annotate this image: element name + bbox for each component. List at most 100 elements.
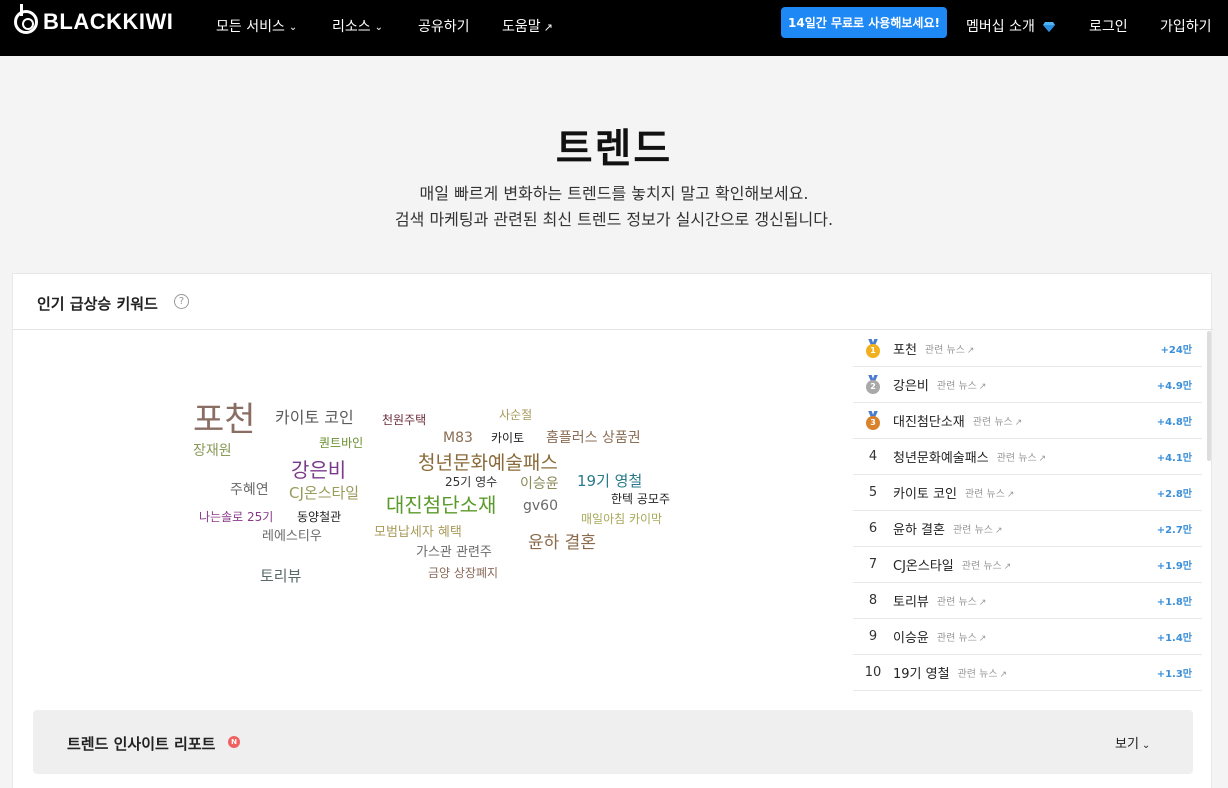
related-news-label: 관련 뉴스: [936, 633, 977, 644]
word-cloud-keyword[interactable]: 홈플러스 상품권: [546, 431, 641, 445]
word-cloud-keyword[interactable]: 토리뷰: [260, 569, 301, 584]
rank-keyword[interactable]: 토리뷰: [893, 591, 929, 610]
related-news-link[interactable]: 관련 뉴스 ↗: [965, 485, 1015, 500]
word-cloud-keyword[interactable]: 포천: [193, 403, 256, 437]
word-cloud-keyword[interactable]: 카이토: [491, 432, 524, 444]
word-cloud-keyword[interactable]: M83: [443, 431, 473, 445]
nav-resources[interactable]: 리소스 ⌄: [332, 16, 383, 36]
word-cloud-keyword[interactable]: 카이토 코인: [275, 410, 354, 426]
rank-keyword[interactable]: CJ온스타일: [893, 555, 954, 574]
word-cloud-keyword[interactable]: 이승윤: [520, 477, 559, 491]
word-cloud-keyword[interactable]: 강은비: [291, 460, 346, 480]
nav-share-label: 공유하기: [418, 19, 470, 35]
ranking-scrollbar[interactable]: [1207, 331, 1211, 461]
external-link-icon: ↗: [978, 598, 987, 608]
rank-number: 8: [868, 593, 878, 608]
section-title: 인기 급상승 키워드: [37, 295, 158, 313]
rank-keyword[interactable]: 이승윤: [893, 627, 929, 646]
search-volume-change: +2.7만: [1156, 525, 1192, 536]
related-news-link[interactable]: 관련 뉴스 ↗: [937, 377, 987, 392]
word-cloud-keyword[interactable]: 동양철관: [297, 511, 341, 523]
rank-keyword[interactable]: 포천: [893, 339, 917, 358]
related-news-link[interactable]: 관련 뉴스 ↗: [973, 413, 1023, 428]
word-cloud-keyword[interactable]: 퀀트바인: [319, 437, 363, 449]
chevron-down-icon: ⌄: [288, 22, 298, 33]
word-cloud-keyword[interactable]: 천원주택: [382, 414, 426, 426]
external-link-icon: ↗: [978, 634, 987, 644]
related-news-link[interactable]: 관련 뉴스 ↗: [925, 341, 975, 356]
related-news-label: 관련 뉴스: [964, 489, 1005, 500]
word-cloud-keyword[interactable]: 모범납세자 혜택: [374, 526, 462, 539]
rank-keyword[interactable]: 19기 영철: [893, 663, 950, 682]
external-link-icon: ↗: [994, 526, 1003, 536]
rank-keyword[interactable]: 카이토 코인: [893, 483, 957, 502]
external-link-icon: ↗: [978, 382, 987, 392]
ranking-row[interactable]: 8 토리뷰 관련 뉴스 ↗ +1.8만: [853, 583, 1202, 619]
rank-keyword[interactable]: 청년문화예술패스: [893, 447, 989, 466]
nav-membership[interactable]: 멤버십 소개: [966, 16, 1056, 36]
word-cloud-keyword[interactable]: 매일아침 카이막: [581, 513, 662, 525]
subtitle-line-2: 검색 마케팅과 관련된 최신 트렌드 정보가 실시간으로 갱신됩니다.: [394, 210, 834, 229]
rank-number: 7: [868, 557, 878, 572]
search-volume-change: +4.9만: [1156, 381, 1192, 392]
related-news-link[interactable]: 관련 뉴스 ↗: [953, 521, 1003, 536]
related-news-link[interactable]: 관련 뉴스 ↗: [937, 593, 987, 608]
ranking-row[interactable]: 9 이승윤 관련 뉴스 ↗ +1.4만: [853, 619, 1202, 655]
gold-medal-icon: 1: [865, 338, 881, 359]
word-cloud-keyword[interactable]: 윤하 결혼: [528, 535, 596, 552]
related-news-label: 관련 뉴스: [936, 597, 977, 608]
help-icon[interactable]: ?: [174, 294, 189, 309]
search-volume-change: +4.1만: [1156, 453, 1192, 464]
rank-keyword[interactable]: 강은비: [893, 375, 929, 394]
word-cloud-keyword[interactable]: 사순절: [499, 409, 532, 421]
related-news-label: 관련 뉴스: [957, 669, 998, 680]
subtitle-line-1: 매일 빠르게 변화하는 트렌드를 놓치지 말고 확인해보세요.: [419, 184, 809, 203]
word-cloud-keyword[interactable]: 나는솔로 25기: [199, 511, 273, 523]
logo[interactable]: BLACKKIWI: [14, 4, 174, 35]
login-link[interactable]: 로그인: [1089, 16, 1128, 36]
insight-report-bar[interactable]: 트렌드 인사이트 리포트 N 보기 ⌄: [33, 710, 1193, 774]
nav-share[interactable]: 공유하기: [418, 16, 470, 36]
ranking-row[interactable]: 2 강은비 관련 뉴스 ↗ +4.9만: [853, 367, 1202, 403]
ranking-row[interactable]: 1 포천 관련 뉴스 ↗ +24만: [853, 331, 1202, 367]
word-cloud-keyword[interactable]: 대진첨단소재: [386, 495, 496, 515]
ranking-row[interactable]: 3 대진첨단소재 관련 뉴스 ↗ +4.8만: [853, 403, 1202, 439]
ranking-row[interactable]: 5 카이토 코인 관련 뉴스 ↗ +2.8만: [853, 475, 1202, 511]
word-cloud-keyword[interactable]: 장재원: [193, 444, 232, 458]
related-news-link[interactable]: 관련 뉴스 ↗: [958, 665, 1008, 680]
silver-medal-icon: 2: [865, 374, 881, 395]
related-news-label: 관련 뉴스: [952, 525, 993, 536]
rank-number: 5: [868, 485, 878, 500]
word-cloud-keyword[interactable]: 가스관 관련주: [416, 546, 492, 559]
ranking-row[interactable]: 10 19기 영철 관련 뉴스 ↗ +1.3만: [853, 655, 1202, 691]
word-cloud-keyword[interactable]: 19기 영철: [577, 474, 642, 489]
external-link-icon: ↗: [1038, 454, 1047, 464]
ranking-row[interactable]: 7 CJ온스타일 관련 뉴스 ↗ +1.9만: [853, 547, 1202, 583]
rank-number: 9: [868, 629, 878, 644]
search-volume-change: +2.8만: [1156, 489, 1192, 500]
word-cloud-keyword[interactable]: CJ온스타일: [289, 486, 359, 501]
free-trial-button[interactable]: 14일간 무료로 사용해보세요!: [781, 7, 947, 38]
ranking-row[interactable]: 4 청년문화예술패스 관련 뉴스 ↗ +4.1만: [853, 439, 1202, 475]
view-label: 보기: [1115, 737, 1139, 752]
related-news-link[interactable]: 관련 뉴스 ↗: [962, 557, 1012, 572]
related-news-link[interactable]: 관련 뉴스 ↗: [997, 449, 1047, 464]
word-cloud-keyword[interactable]: 25기 영수: [445, 476, 497, 488]
related-news-link[interactable]: 관련 뉴스 ↗: [937, 629, 987, 644]
rank-keyword[interactable]: 윤하 결혼: [893, 519, 945, 538]
word-cloud-keyword[interactable]: 금양 상장폐지: [428, 567, 498, 579]
signup-link[interactable]: 가입하기: [1160, 16, 1212, 36]
word-cloud-keyword[interactable]: 레에스티우: [262, 530, 322, 543]
word-cloud-keyword[interactable]: 한텍 공모주: [611, 493, 670, 505]
word-cloud-keyword[interactable]: gv60: [523, 499, 558, 513]
word-cloud-keyword[interactable]: 청년문화예술패스: [418, 454, 558, 473]
rank-keyword[interactable]: 대진첨단소재: [893, 411, 965, 430]
word-cloud-keyword[interactable]: 주혜연: [230, 483, 269, 497]
nav-help[interactable]: 도움말 ↗: [502, 16, 553, 36]
nav-all-services[interactable]: 모든 서비스 ⌄: [216, 16, 297, 36]
view-toggle-button[interactable]: 보기 ⌄: [1115, 733, 1150, 752]
nav-resources-label: 리소스: [332, 19, 371, 35]
logo-text: BLACKKIWI: [43, 9, 174, 34]
ranking-row[interactable]: 6 윤하 결혼 관련 뉴스 ↗ +2.7만: [853, 511, 1202, 547]
external-link-icon: ↗: [999, 670, 1008, 680]
